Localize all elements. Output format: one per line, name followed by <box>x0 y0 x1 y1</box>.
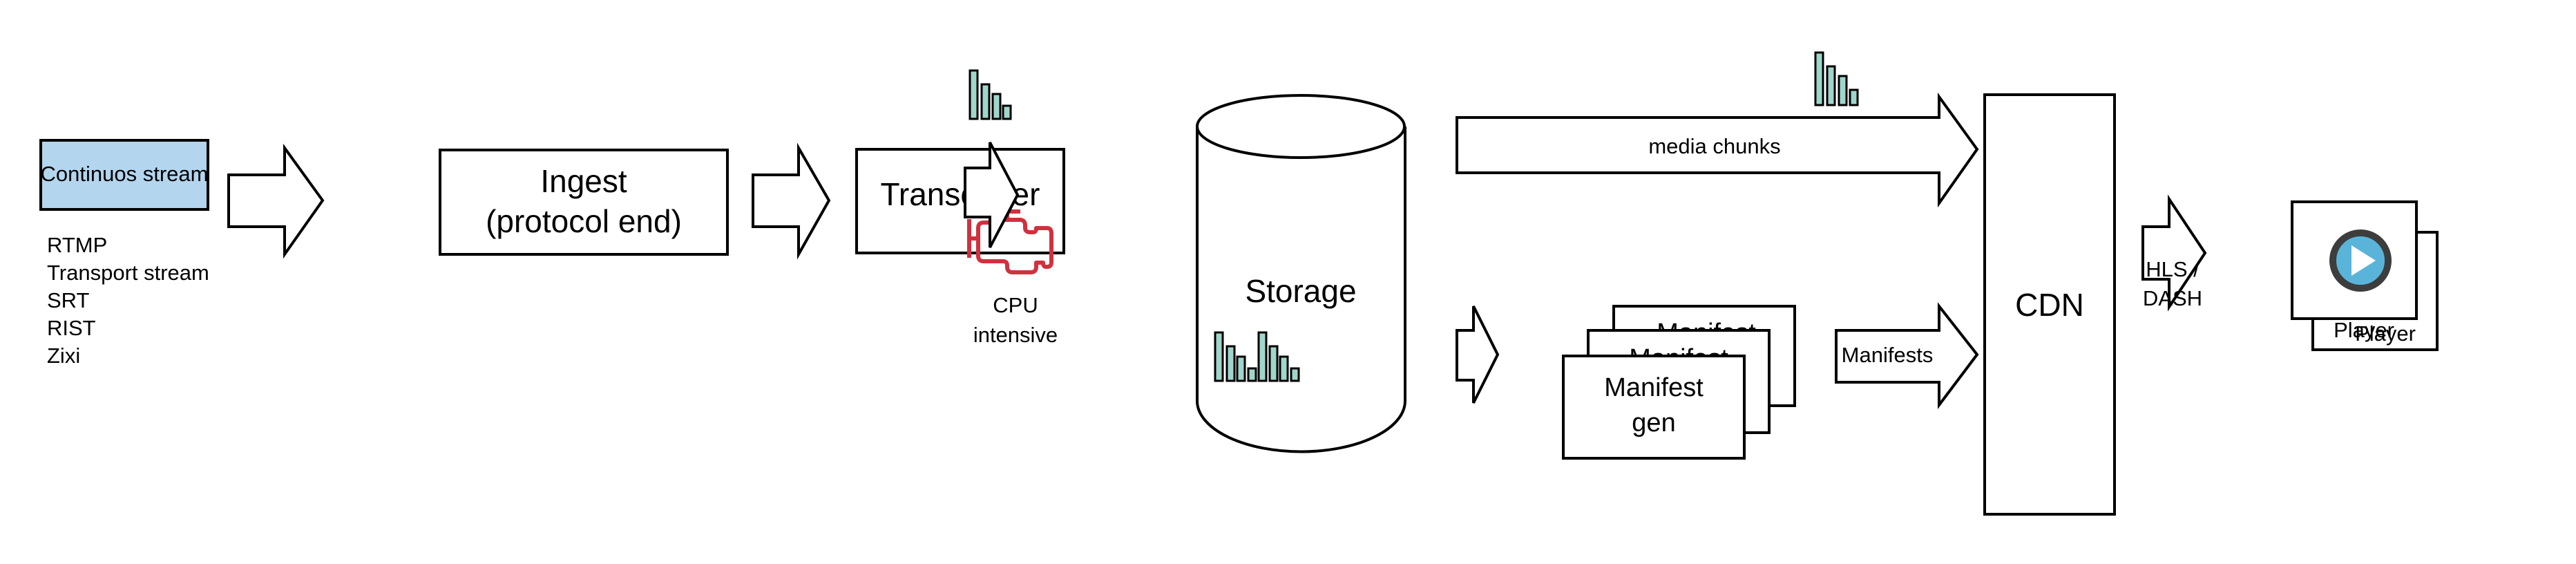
manifest-gen-label-line1: Manifest <box>1604 373 1704 402</box>
cdn-label: CDN <box>2015 287 2084 323</box>
protocol-item: Transport stream <box>47 261 209 285</box>
protocol-item: RTMP <box>47 233 107 257</box>
cpu-note-line1: CPU <box>993 293 1038 317</box>
hls-dash-label-line1: HLS / <box>2146 257 2200 281</box>
media-chunks-label: media chunks <box>1648 134 1780 158</box>
media-chunks-icon <box>969 69 1012 120</box>
streaming-pipeline-diagram: Continuos stream RTMP Transport stream S… <box>39 51 2439 516</box>
hls-dash-label-line2: DASH <box>2143 286 2202 310</box>
protocol-list: RTMP Transport stream SRT RIST Zixi <box>47 233 209 368</box>
source-label: Continuos stream <box>41 162 209 186</box>
protocol-item: RIST <box>47 316 96 340</box>
manifest-gen-box[interactable] <box>1562 355 1746 460</box>
cpu-note-line2: intensive <box>973 323 1058 347</box>
arrow-source-to-ingest <box>227 143 325 259</box>
ingest-label-line2: (protocol end) <box>486 203 682 239</box>
media-chunks-icon <box>1814 51 1859 106</box>
arrow-ingest-to-transcoder <box>752 142 831 260</box>
protocol-item: SRT <box>47 288 90 312</box>
player-label: Player <box>2334 318 2394 342</box>
storage-label: Storage <box>1245 273 1356 309</box>
ingest-label-line1: Ingest <box>540 163 627 199</box>
manifest-gen-label-line2: gen <box>1632 408 1675 438</box>
arrow-storage-to-manifest-gen <box>1456 306 1500 404</box>
protocol-item: Zixi <box>47 344 80 368</box>
manifests-label: Manifests <box>1842 343 1934 367</box>
